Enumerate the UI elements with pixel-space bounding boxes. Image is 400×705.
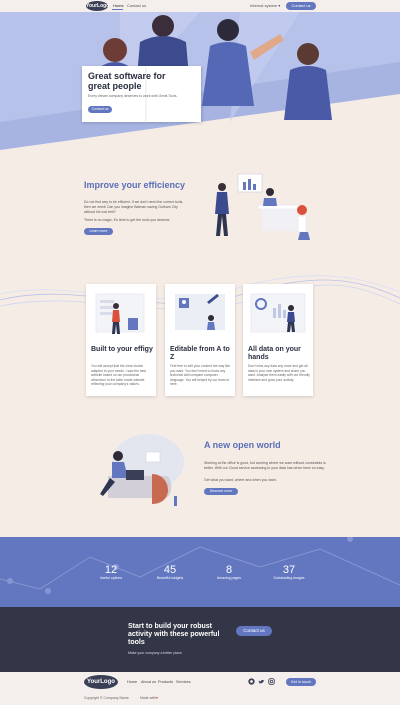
stat-value: 8 [225, 564, 233, 576]
efficiency-paragraph-1: Do not find way to be efficient. If we d… [84, 200, 184, 214]
copyright-text: Copyright © Company Name [84, 696, 129, 700]
stat-label: Useful options [99, 576, 123, 580]
hero-title: Great software for great people [88, 71, 166, 91]
stat-value: 37 [282, 564, 296, 576]
footer-link-home[interactable]: Home [127, 680, 137, 684]
card-text: Feel free to edit your content the way l… [170, 364, 231, 387]
hero-subtitle: Every dream company deserves to work wit… [88, 94, 178, 98]
heart-icon: ♥ [156, 696, 159, 700]
stat-label: Outstanding images [273, 576, 305, 580]
stat-label: Amazing pages [216, 576, 242, 580]
top-navbar: YourLogo Home Contact us Internal system… [0, 0, 400, 12]
card-title: All data on your hands [248, 346, 301, 361]
hero-card: Great software for great people Every dr… [82, 66, 177, 122]
footer-get-in-touch-button[interactable]: Get in touch [286, 678, 316, 686]
stats-section [0, 537, 400, 607]
card-title: Built to your effigy [91, 346, 153, 353]
open-world-paragraph-2: Get what you want, where and when you wa… [204, 478, 277, 482]
instagram-icon[interactable] [268, 678, 275, 685]
open-world-paragraph-1: Working at the office is good, but worki… [204, 461, 326, 470]
feature-card-effigy: Built to your effigy You will accept tha… [86, 284, 156, 396]
github-icon[interactable] [248, 678, 255, 685]
footer-logo[interactable]: YourLogo [84, 675, 118, 689]
footer-link-services[interactable]: Services [176, 680, 191, 684]
hero-contact-button[interactable]: Contact us [88, 106, 112, 113]
card-title: Editable from A to Z [170, 346, 230, 361]
logo[interactable]: YourLogo [86, 1, 109, 11]
card-text: Don't miss any data any more and get all… [248, 364, 310, 382]
footer-link-about[interactable]: About us [141, 680, 156, 684]
nav-link-home[interactable]: Home [113, 3, 124, 8]
office-illustration [215, 173, 310, 240]
data-illustration [250, 293, 306, 333]
efficiency-learn-more-button[interactable]: Learn more [84, 228, 113, 235]
cta-title: Start to build your robust activity with… [128, 623, 220, 646]
cta-contact-button[interactable]: Contact us [236, 626, 272, 636]
discover-more-button[interactable]: Discover more [204, 488, 238, 495]
remote-work-illustration [100, 434, 184, 506]
card-text: You will accept that the clear choice ad… [91, 364, 146, 387]
twitter-icon[interactable] [258, 678, 265, 685]
language-dropdown[interactable]: Internal system ▾ [250, 3, 280, 8]
cta-subtitle: Make your company a better place. [128, 651, 183, 655]
nav-contact-button[interactable]: Contact us [286, 2, 316, 10]
effigy-illustration [95, 293, 145, 334]
stat-label: Beautiful widgets [156, 576, 184, 580]
nav-link-contact[interactable]: Contact us [127, 3, 146, 8]
active-nav-indicator [112, 9, 123, 10]
footer [0, 672, 400, 705]
stat-value: 12 [104, 564, 118, 576]
feature-card-editable: Editable from A to Z Feel free to edit y… [165, 284, 235, 396]
made-with-text: Made with [140, 696, 156, 700]
stats-line-decoration [0, 537, 400, 594]
stat-value: 45 [163, 564, 177, 576]
editable-illustration [175, 294, 225, 330]
feature-card-data: All data on your hands Don't miss any da… [243, 284, 313, 396]
open-world-title: A new open world [204, 440, 281, 450]
efficiency-paragraph-2: There is no magic, it's time to get the … [84, 218, 171, 222]
efficiency-title: Improve your efficiency [84, 180, 186, 190]
footer-link-products[interactable]: Products [158, 680, 173, 684]
